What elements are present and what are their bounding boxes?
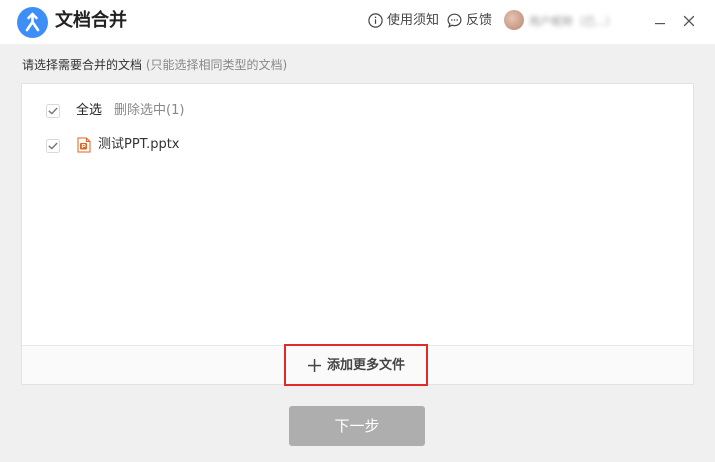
minimize-button[interactable] bbox=[651, 12, 669, 30]
feedback-link[interactable]: 反馈 bbox=[447, 12, 495, 30]
close-icon bbox=[683, 15, 695, 27]
checkmark-icon bbox=[46, 104, 60, 118]
avatar[interactable] bbox=[504, 10, 524, 30]
add-more-files-label: 添加更多文件 bbox=[327, 358, 406, 373]
file-checkbox[interactable] bbox=[46, 139, 60, 153]
file-name[interactable]: 测试PPT.pptx bbox=[98, 136, 180, 154]
next-step-button[interactable]: 下一步 bbox=[289, 406, 425, 446]
delete-selected-button[interactable]: 删除选中(1) bbox=[114, 102, 184, 120]
help-link[interactable]: 使用须知 bbox=[368, 12, 440, 30]
feedback-label: 反馈 bbox=[466, 13, 493, 28]
instruction-main: 请选择需要合并的文档 bbox=[22, 58, 143, 72]
merge-icon bbox=[17, 7, 48, 38]
pptx-file-icon bbox=[77, 137, 91, 153]
instruction-text: 请选择需要合并的文档 (只能选择相同类型的文档) bbox=[22, 57, 287, 73]
minimize-icon bbox=[655, 23, 665, 25]
select-all-label: 全选 bbox=[76, 103, 103, 118]
close-button[interactable] bbox=[680, 12, 698, 30]
info-icon bbox=[368, 13, 383, 28]
app-title: 文档合并 bbox=[55, 10, 127, 31]
chat-bubble-icon bbox=[447, 13, 462, 28]
help-label: 使用须知 bbox=[387, 13, 440, 28]
user-name[interactable]: 用户昵称（已...） bbox=[529, 13, 617, 27]
select-all-checkbox[interactable] bbox=[46, 104, 60, 118]
instruction-note: (只能选择相同类型的文档) bbox=[145, 58, 288, 72]
title-bar: 文档合并 使用须知 反馈 用户昵称（已...） bbox=[0, 0, 715, 44]
checkmark-icon bbox=[46, 139, 60, 153]
file-list-panel: 全选 删除选中(1) 测试PPT.pptx bbox=[21, 83, 694, 385]
add-more-files-button[interactable]: 添加更多文件 bbox=[284, 344, 428, 386]
plus-icon bbox=[308, 359, 321, 372]
